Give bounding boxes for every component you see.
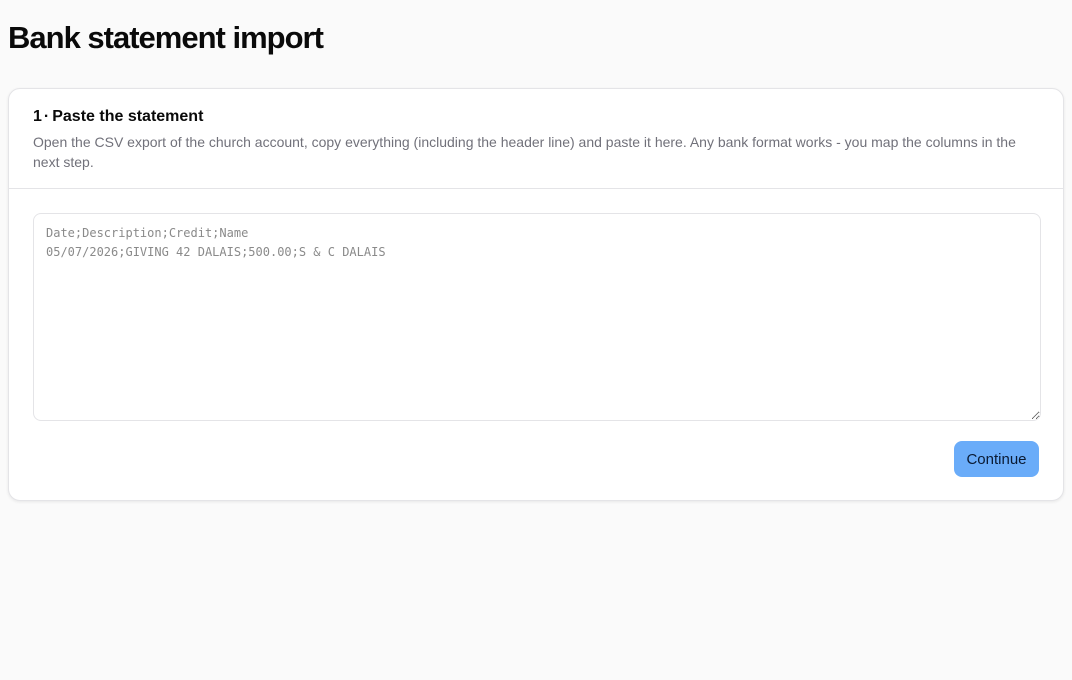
card-body: Continue bbox=[9, 189, 1063, 477]
card-actions: Continue bbox=[33, 441, 1039, 477]
step-title: 1 · Paste the statement bbox=[33, 107, 1039, 127]
step-description: Open the CSV export of the church accoun… bbox=[33, 134, 1016, 170]
page: Bank statement import 1 · Paste the statem… bbox=[0, 0, 1072, 680]
continue-button[interactable]: Continue bbox=[954, 441, 1039, 477]
step-number: 1 bbox=[33, 108, 42, 125]
step-separator: · bbox=[43, 108, 50, 125]
card-header: 1 · Paste the statement Open the CSV expor… bbox=[9, 89, 1063, 189]
import-step-card: 1 · Paste the statement Open the CSV expor… bbox=[8, 88, 1064, 501]
page-title: Bank statement import bbox=[8, 20, 324, 55]
csv-paste-textarea[interactable] bbox=[33, 213, 1041, 421]
step-title-text: Paste the statement bbox=[52, 108, 204, 125]
